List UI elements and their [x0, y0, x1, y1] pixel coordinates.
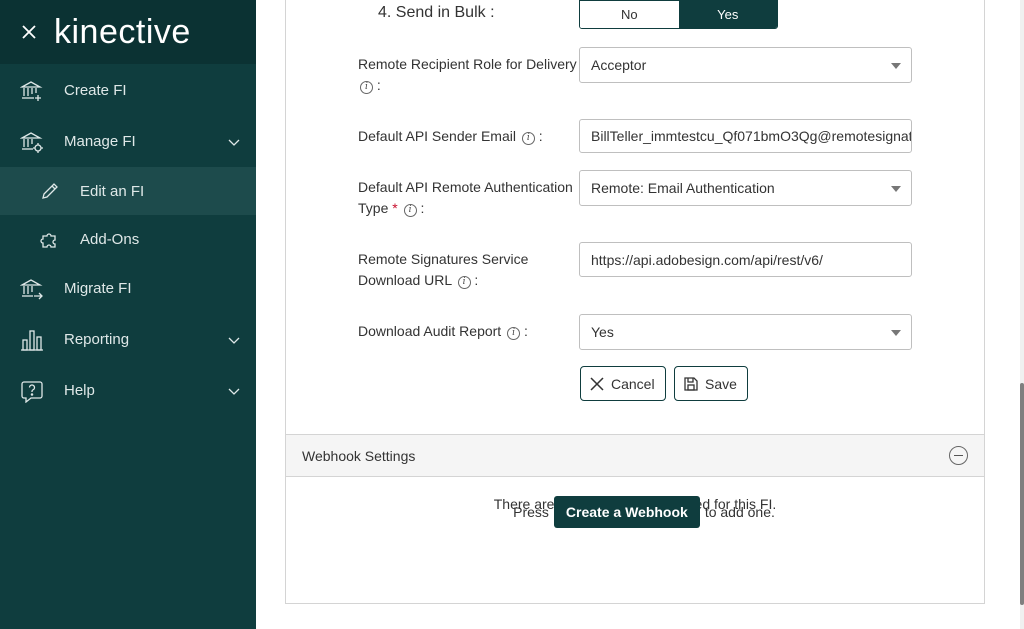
- sender-email-input[interactable]: BillTeller_immtestcu_Qf071bmO3Qg@remotes…: [579, 119, 912, 153]
- bar-chart-icon: [20, 328, 44, 352]
- scrollbar[interactable]: [1020, 0, 1024, 629]
- puzzle-icon: [38, 227, 62, 251]
- caret-down-icon: [891, 186, 901, 192]
- sidebar-item-add-ons[interactable]: Add-Ons: [0, 215, 256, 263]
- sidebar-header: kinective: [0, 0, 256, 64]
- sidebar-item-label: Edit an FI: [80, 182, 145, 200]
- sidebar-item-label: Reporting: [64, 331, 130, 348]
- recipient-role-select[interactable]: Acceptor: [579, 47, 912, 83]
- sidebar-item-manage-fi[interactable]: Manage FI: [0, 116, 256, 167]
- webhook-settings-header[interactable]: Webhook Settings: [286, 435, 984, 477]
- sidebar-item-help[interactable]: Help: [0, 365, 256, 416]
- save-button[interactable]: Save: [674, 366, 748, 401]
- sidebar-item-create-fi[interactable]: Create FI: [0, 65, 256, 116]
- collapse-icon[interactable]: [949, 446, 968, 465]
- webhook-settings-panel: Webhook Settings There are no webhooks c…: [285, 434, 985, 604]
- kinective-logo: kinective: [54, 13, 191, 51]
- sidebar-item-label: Manage FI: [64, 133, 136, 150]
- bank-arrow-icon: [20, 277, 44, 301]
- sidebar: kinective Create FI Manage FI Edit an FI…: [0, 0, 256, 629]
- cancel-button[interactable]: Cancel: [580, 366, 666, 401]
- create-webhook-button[interactable]: Create a Webhook: [553, 496, 700, 528]
- close-icon: [590, 376, 604, 391]
- create-webhook-line: Press Create a Webhook to add one.: [286, 496, 984, 528]
- download-url-label: Remote Signatures Service Download URL i…: [358, 251, 529, 289]
- bank-add-icon: [20, 79, 44, 103]
- sidebar-item-label: Create FI: [64, 82, 127, 99]
- bank-gear-icon: [20, 130, 44, 154]
- auth-type-select[interactable]: Remote: Email Authentication: [579, 170, 912, 206]
- send-bulk-toggle: No Yes: [579, 0, 778, 29]
- audit-report-label: Download Audit Report i :: [358, 323, 528, 340]
- main-content: 4. Send in Bulk : No Yes Remote Recipien…: [256, 0, 1024, 629]
- caret-down-icon: [891, 63, 901, 69]
- sidebar-item-label: Add-Ons: [80, 230, 140, 248]
- info-icon[interactable]: i: [457, 276, 471, 289]
- remote-signatures-panel: 4. Send in Bulk : No Yes Remote Recipien…: [285, 0, 985, 434]
- chevron-down-icon[interactable]: [228, 385, 240, 397]
- sidebar-item-reporting[interactable]: Reporting: [0, 314, 256, 365]
- info-icon[interactable]: i: [360, 81, 373, 94]
- sidebar-item-edit-fi[interactable]: Edit an FI: [0, 167, 256, 215]
- sender-email-label: Default API Sender Email i :: [358, 128, 543, 145]
- sidebar-item-label: Migrate FI: [64, 280, 132, 297]
- audit-report-select[interactable]: Yes: [579, 314, 912, 350]
- save-icon: [684, 376, 698, 391]
- download-url-input[interactable]: https://api.adobesign.com/api/rest/v6/: [579, 242, 912, 277]
- sidebar-item-migrate-fi[interactable]: Migrate FI: [0, 263, 256, 314]
- send-bulk-no-button[interactable]: No: [580, 1, 679, 28]
- info-icon[interactable]: i: [521, 132, 535, 145]
- info-icon[interactable]: i: [403, 204, 417, 217]
- chevron-down-icon[interactable]: [228, 334, 240, 346]
- chevron-up-icon[interactable]: [228, 136, 240, 148]
- send-bulk-yes-button[interactable]: Yes: [678, 1, 777, 28]
- caret-down-icon: [891, 330, 901, 336]
- help-icon: [20, 379, 44, 403]
- recipient-role-label: Remote Recipient Role for Delivery i :: [358, 56, 577, 94]
- scrollbar-thumb[interactable]: [1020, 383, 1024, 605]
- required-marker: *: [392, 200, 398, 216]
- auth-type-label: Default API Remote Authentication Type *…: [358, 179, 573, 217]
- info-icon[interactable]: i: [507, 327, 521, 340]
- sidebar-item-label: Help: [64, 382, 95, 399]
- close-icon[interactable]: [18, 21, 40, 43]
- send-bulk-label: 4. Send in Bulk :: [378, 4, 495, 21]
- pencil-icon: [38, 179, 62, 203]
